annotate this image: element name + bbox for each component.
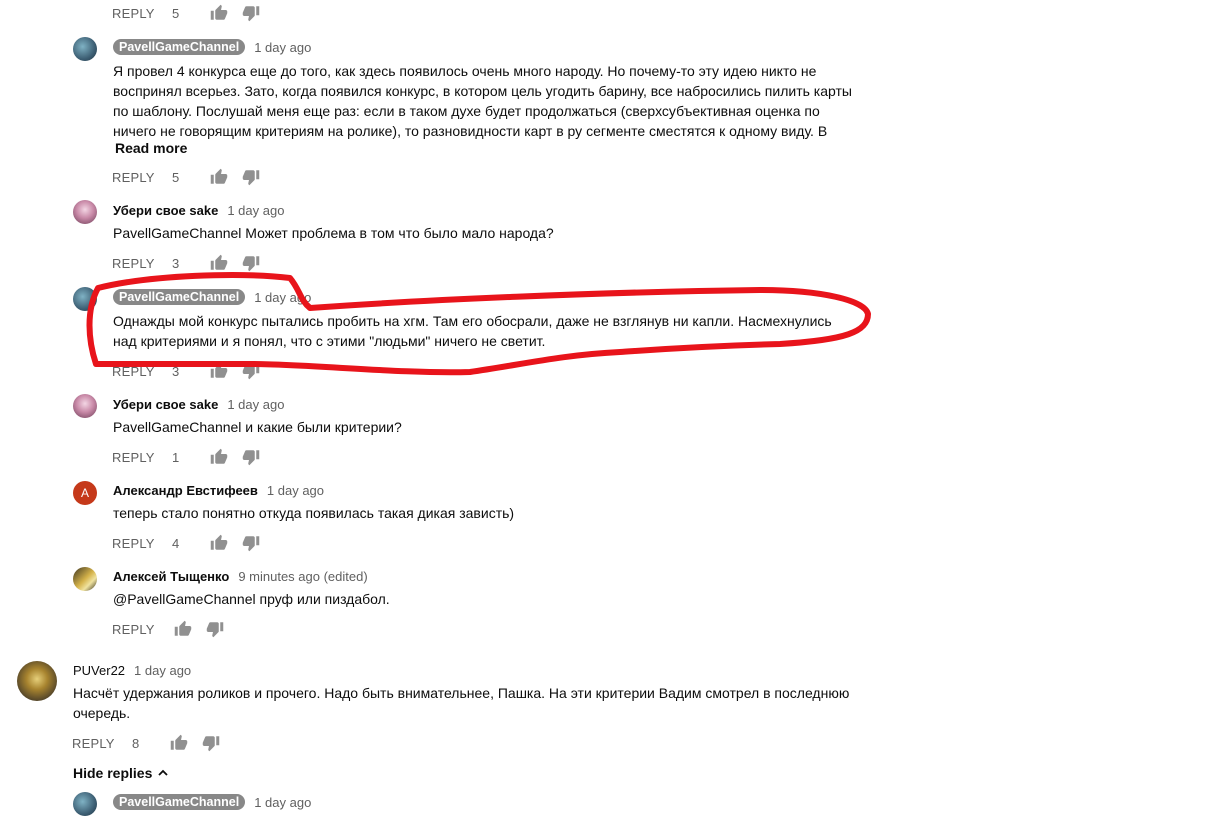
comment-line: Однажды мой конкурс пытались пробить на …	[113, 313, 832, 329]
thumbs-up-icon[interactable]	[208, 532, 230, 554]
timestamp[interactable]: 1 day ago	[134, 663, 191, 678]
timestamp[interactable]: 1 day ago	[254, 795, 311, 810]
comment-header: PavellGameChannel 1 day ago	[113, 289, 311, 305]
thumbs-up-icon[interactable]	[208, 166, 230, 188]
comment-header: Убери свое sake 1 day ago	[113, 203, 284, 218]
author-name[interactable]: Алексей Тыщенко	[113, 569, 229, 584]
timestamp[interactable]: 1 day ago	[254, 40, 311, 55]
avatar[interactable]	[73, 394, 97, 418]
author-name[interactable]: PavellGameChannel	[113, 289, 246, 305]
thumbs-up-icon[interactable]	[208, 360, 230, 382]
author-name[interactable]: PavellGameChannel	[113, 39, 246, 55]
reply-button[interactable]: REPLY	[112, 536, 172, 551]
comment-actions: REPLY 4	[112, 532, 272, 554]
comment-actions: REPLY 3	[112, 360, 272, 382]
read-more-link[interactable]: Read more	[115, 140, 187, 156]
thumbs-down-icon[interactable]	[240, 166, 262, 188]
comment-header: Александр Евстифеев 1 day ago	[113, 483, 324, 498]
avatar[interactable]	[73, 37, 97, 61]
comment-actions: REPLY 1	[112, 446, 272, 468]
like-count: 3	[172, 255, 180, 271]
comment-text: Однажды мой конкурс пытались пробить на …	[113, 311, 832, 351]
timestamp[interactable]: 1 day ago	[227, 397, 284, 412]
comment-header: PUVer22 1 day ago	[73, 663, 191, 678]
comment-header: PavellGameChannel 1 day ago	[113, 794, 311, 810]
comment-text: PavellGameChannel Может проблема в том ч…	[113, 225, 554, 241]
comment-text: @PavellGameChannel пруф или пиздабол.	[113, 591, 390, 607]
comment-line: по шаблону. Послушай меня еще раз: если …	[113, 103, 820, 119]
comment-line: Насчёт удержания роликов и прочего. Надо…	[73, 685, 850, 701]
author-name[interactable]: Убери свое sake	[113, 397, 218, 412]
reply-button[interactable]: REPLY	[112, 256, 172, 271]
thumbs-up-icon[interactable]	[172, 618, 194, 640]
comment-text: Я провел 4 конкурса еще до того, как зде…	[113, 61, 852, 141]
timestamp[interactable]: 9 minutes ago (edited)	[238, 569, 367, 584]
comment-line: над критериями и я понял, что с этими "л…	[113, 333, 546, 349]
reply-button[interactable]: REPLY	[112, 6, 172, 21]
thumbs-down-icon[interactable]	[240, 360, 262, 382]
comment-actions: REPLY 8	[72, 732, 232, 754]
thumbs-down-icon[interactable]	[200, 732, 222, 754]
chevron-up-icon	[157, 767, 169, 779]
reply-button[interactable]: REPLY	[112, 170, 172, 185]
comment-line: воспринял всерьез. Зато, когда появился …	[113, 83, 852, 99]
reply-button[interactable]: REPLY	[112, 450, 172, 465]
avatar[interactable]	[73, 200, 97, 224]
author-name[interactable]: Александр Евстифеев	[113, 483, 258, 498]
like-count: 8	[132, 735, 140, 751]
like-count: 5	[172, 169, 180, 185]
comment-text: PavellGameChannel и какие были критерии?	[113, 419, 402, 435]
hide-replies-button[interactable]: Hide replies	[73, 765, 169, 781]
comment-header: PavellGameChannel 1 day ago	[113, 39, 311, 55]
avatar[interactable]	[73, 287, 97, 311]
like-count: 4	[172, 535, 180, 551]
comment-actions: REPLY	[112, 618, 236, 640]
timestamp[interactable]: 1 day ago	[254, 290, 311, 305]
comment-header: Убери свое sake 1 day ago	[113, 397, 284, 412]
reply-button[interactable]: REPLY	[112, 364, 172, 379]
thumbs-up-icon[interactable]	[208, 2, 230, 24]
comment-line: Я провел 4 конкурса еще до того, как зде…	[113, 63, 817, 79]
thumbs-up-icon[interactable]	[208, 446, 230, 468]
author-name[interactable]: PUVer22	[73, 663, 125, 678]
comment-line: очередь.	[73, 705, 131, 721]
like-count: 1	[172, 449, 180, 465]
avatar[interactable]	[17, 661, 57, 701]
comment-text: теперь стало понятно откуда появилась та…	[113, 505, 515, 521]
comment-actions: REPLY 3	[112, 252, 272, 274]
comment-line: ничего не говорящим критериям на ролике)…	[113, 123, 828, 139]
like-count: 5	[172, 5, 180, 21]
thumbs-down-icon[interactable]	[240, 446, 262, 468]
reply-button[interactable]: REPLY	[112, 622, 172, 637]
hide-replies-label: Hide replies	[73, 765, 153, 781]
thumbs-down-icon[interactable]	[240, 532, 262, 554]
avatar[interactable]: А	[73, 481, 97, 505]
comment-header: Алексей Тыщенко 9 minutes ago (edited)	[113, 569, 368, 584]
thumbs-down-icon[interactable]	[240, 2, 262, 24]
avatar[interactable]	[73, 567, 97, 591]
thumbs-up-icon[interactable]	[168, 732, 190, 754]
like-count: 3	[172, 363, 180, 379]
comment-actions: REPLY 5	[112, 166, 272, 188]
avatar[interactable]	[73, 792, 97, 816]
timestamp[interactable]: 1 day ago	[227, 203, 284, 218]
thumbs-up-icon[interactable]	[208, 252, 230, 274]
comment-actions: REPLY 5	[112, 2, 272, 24]
thumbs-down-icon[interactable]	[240, 252, 262, 274]
author-name[interactable]: Убери свое sake	[113, 203, 218, 218]
timestamp[interactable]: 1 day ago	[267, 483, 324, 498]
thumbs-down-icon[interactable]	[204, 618, 226, 640]
comment-text: Насчёт удержания роликов и прочего. Надо…	[73, 683, 849, 723]
reply-button[interactable]: REPLY	[72, 736, 132, 751]
author-name[interactable]: PavellGameChannel	[113, 794, 246, 810]
